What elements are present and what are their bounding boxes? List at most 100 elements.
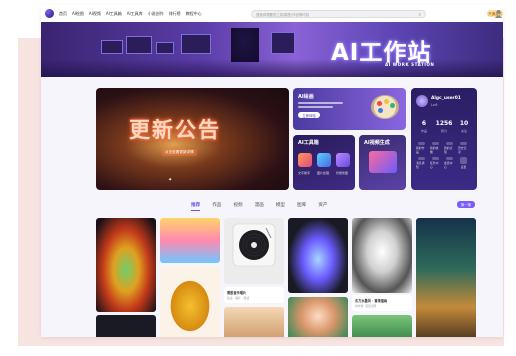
gallery-card-girl[interactable] — [288, 297, 348, 337]
nav-item-toolbox[interactable]: AI工具箱 — [106, 11, 122, 17]
nav-item-ai-video[interactable]: AI视频 — [89, 11, 101, 17]
gallery-card-candy[interactable] — [160, 218, 220, 263]
shortcut-label: 会员中心 — [444, 161, 453, 169]
notice-title: 更新公告 — [129, 118, 221, 142]
shortcut-icon — [446, 142, 453, 145]
logo-icon[interactable] — [45, 9, 54, 18]
banner-monitor-art — [101, 40, 123, 54]
shortcut-item[interactable]: 任务中心 — [430, 157, 441, 169]
tab-comic[interactable]: 漫画 — [255, 202, 264, 208]
banner-monitor-art — [156, 42, 174, 54]
banner-monitor-art — [181, 34, 211, 54]
vinyl-card-caption: 黑胶音乐唱片 复古 · 唱片 · 质感 — [224, 287, 284, 303]
shortcut-icon — [446, 157, 453, 160]
vinyl-record-icon — [232, 223, 276, 267]
gallery-card-dragon[interactable] — [96, 218, 156, 312]
ai-draw-desc-line — [298, 106, 333, 108]
app-window: 首页 AI绘图 AI视频 AI工具箱 AI工具库 小说创作 排行榜 教程中心 搜… — [41, 5, 503, 337]
tab-assets[interactable]: 资产 — [318, 202, 327, 208]
stat-label: 关注 — [460, 129, 467, 133]
banner-subtitle: AI WORK STATION — [385, 62, 435, 67]
user-name: Algc_user01 — [431, 96, 461, 101]
art-card-caption: 东方水墨风 · 意境插画 创作者: 墨染流年 — [352, 295, 412, 311]
sparkle-icon: ✦ — [168, 177, 173, 183]
ai-video-title: AI视频生成 — [364, 140, 390, 146]
avatar[interactable] — [416, 95, 428, 107]
art-card-subtitle: 创作者: 墨染流年 — [355, 304, 377, 308]
shortcut-label: 历史记录 — [458, 146, 467, 154]
stat-value: 1256 — [435, 120, 453, 127]
nav-item-ai-draw[interactable]: AI绘图 — [72, 11, 84, 17]
ai-draw-desc-line — [298, 102, 343, 104]
video-icon — [369, 151, 397, 173]
ai-draw-button[interactable]: 立即体验 — [298, 112, 320, 118]
nav-item-tutorial[interactable]: 教程中心 — [186, 11, 202, 17]
shortcut-label: 我的收藏 — [430, 146, 439, 154]
gallery-card-temple[interactable] — [416, 218, 476, 337]
vinyl-card-title: 黑胶音乐唱片 — [227, 291, 247, 295]
tab-video[interactable]: 视频 — [233, 202, 242, 208]
text-tool-icon[interactable] — [298, 153, 312, 167]
shortcut-icon — [432, 142, 439, 145]
shortcut-label: 消息通知 — [416, 161, 425, 169]
nav-item-novel[interactable]: 小说创作 — [148, 11, 164, 17]
search-icon[interactable]: ⌕ — [418, 12, 421, 18]
gallery-card-gold[interactable] — [160, 267, 220, 337]
shortcut-icon — [418, 157, 425, 160]
nav-item-ranking[interactable]: 排行榜 — [169, 11, 181, 17]
gallery-card-ink[interactable] — [352, 218, 412, 293]
tool-label: 图片处理 — [317, 171, 330, 175]
shortcut-label: 我的作品 — [416, 146, 425, 154]
vinyl-card-subtitle: 复古 · 唱片 · 质感 — [227, 296, 250, 300]
shortcut-item[interactable]: 设置 — [458, 157, 469, 169]
gallery-card[interactable] — [352, 315, 412, 337]
shortcut-label: 设置 — [460, 165, 467, 169]
nav-item-home[interactable]: 首页 — [59, 11, 67, 17]
search-placeholder: 搜索你想要的工具/模型/作品等内容 — [256, 12, 310, 17]
ai-draw-button-label: 立即体验 — [302, 113, 316, 118]
tab-gallery[interactable]: 图库 — [297, 202, 306, 208]
stat-value: 6 — [421, 120, 427, 127]
shortcut-item[interactable]: 历史记录 — [458, 142, 469, 154]
ai-draw-panel[interactable]: AI绘画 立即体验 — [293, 88, 406, 130]
tab-model[interactable]: 模型 — [276, 202, 285, 208]
shortcut-item[interactable]: 我的作品 — [416, 142, 427, 154]
shortcut-icon — [460, 142, 467, 145]
refresh-button[interactable]: 换一换 — [457, 201, 475, 208]
user-panel: Algc_user01 Lv.6 6 1256 10 作品 积分 关注 我的作品… — [411, 88, 477, 190]
tool-label: 智能修图 — [336, 171, 349, 175]
notice-subtitle: 点击查看更新详情 — [162, 149, 197, 156]
gallery-card-vinyl[interactable] — [224, 218, 284, 284]
ai-tools-panel[interactable]: AI工具箱 文字助手 图片处理 智能修图 — [293, 135, 355, 190]
shortcut-icon — [432, 157, 439, 160]
ai-tools-title: AI工具箱 — [298, 140, 319, 146]
user-shortcut-grid: 我的作品 我的收藏 我的点赞 历史记录 消息通知 任务中心 会员中心 设置 — [416, 142, 472, 169]
hero-banner[interactable]: AI工作站 AI WORK STATION — [41, 22, 503, 77]
image-tool-icon[interactable] — [317, 153, 331, 167]
shortcut-item[interactable]: 我的点赞 — [444, 142, 455, 154]
gallery-card[interactable] — [224, 307, 284, 337]
content-tabs: 推荐 作品 视频 漫画 模型 图库 资产 — [191, 202, 327, 211]
shortcut-icon — [460, 157, 467, 164]
shortcut-item[interactable]: 会员中心 — [444, 157, 455, 169]
gallery-card-cart[interactable] — [288, 218, 348, 293]
tab-recommend[interactable]: 推荐 — [191, 202, 201, 211]
banner-monitor-art — [126, 36, 152, 54]
shortcut-item[interactable]: 消息通知 — [416, 157, 427, 169]
tab-works[interactable]: 作品 — [212, 202, 221, 208]
top-nav: 首页 AI绘图 AI视频 AI工具箱 AI工具库 小说创作 排行榜 教程中心 搜… — [41, 5, 503, 22]
gallery-card[interactable] — [96, 315, 156, 337]
ai-video-panel[interactable]: AI视频生成 — [359, 135, 406, 190]
nav-item-tool-library[interactable]: AI工具库 — [127, 11, 143, 17]
notice-card[interactable]: 更新公告 点击查看更新详情 ✦ — [96, 88, 289, 190]
banner-monitor-art — [271, 32, 295, 54]
shortcut-item[interactable]: 我的收藏 — [430, 142, 441, 154]
search-input[interactable]: 搜索你想要的工具/模型/作品等内容 ⌕ — [251, 10, 426, 18]
banner-cat-art — [231, 28, 259, 62]
shortcut-label: 任务中心 — [430, 161, 439, 169]
art-card-title: 东方水墨风 · 意境插画 — [355, 299, 388, 303]
ai-draw-title: AI绘画 — [298, 94, 314, 100]
retouch-tool-icon[interactable] — [336, 153, 350, 167]
user-icon[interactable] — [495, 9, 502, 18]
shortcut-label: 我的点赞 — [444, 146, 453, 154]
